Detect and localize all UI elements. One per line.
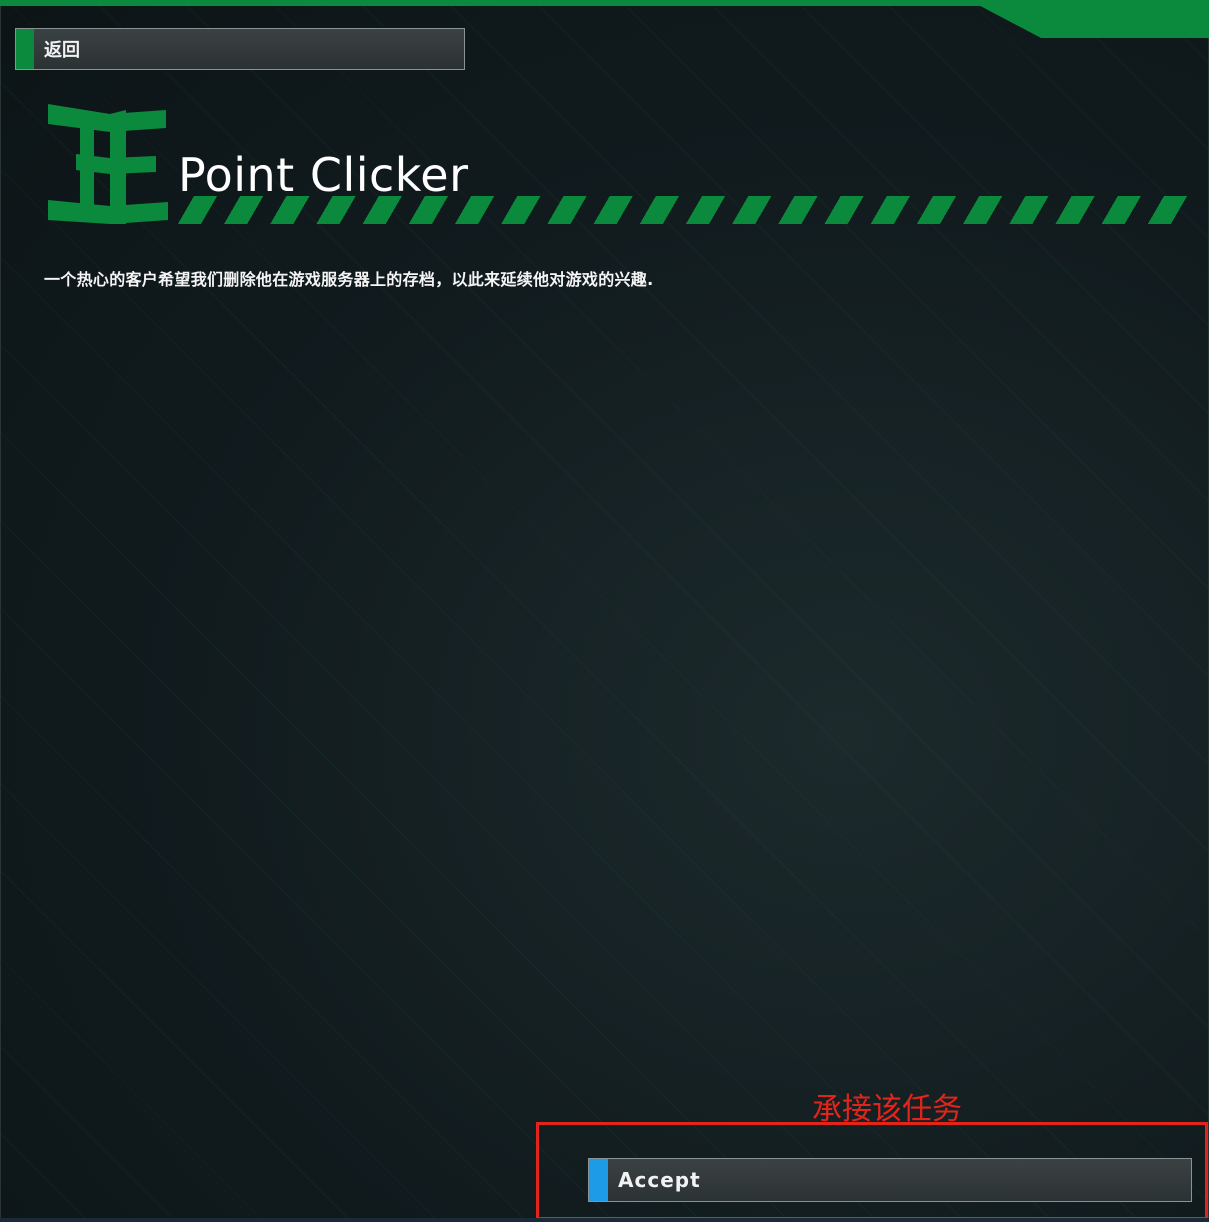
bottom-edge [0,1218,1209,1222]
hazard-stripes [172,196,1194,224]
mission-title: Point Clicker [178,148,469,202]
back-button-label: 返回 [44,40,80,61]
accept-button-accent [589,1159,608,1201]
accept-button-label: Accept [618,1168,701,1192]
back-button-accent [16,29,34,69]
mission-description: 一个热心的客户希望我们删除他在游戏服务器上的存档，以此来延续他对游戏的兴趣. [44,270,654,289]
back-button[interactable]: 返回 [15,28,465,70]
3e-logo-icon [48,104,168,224]
accept-button[interactable]: Accept [588,1158,1192,1202]
